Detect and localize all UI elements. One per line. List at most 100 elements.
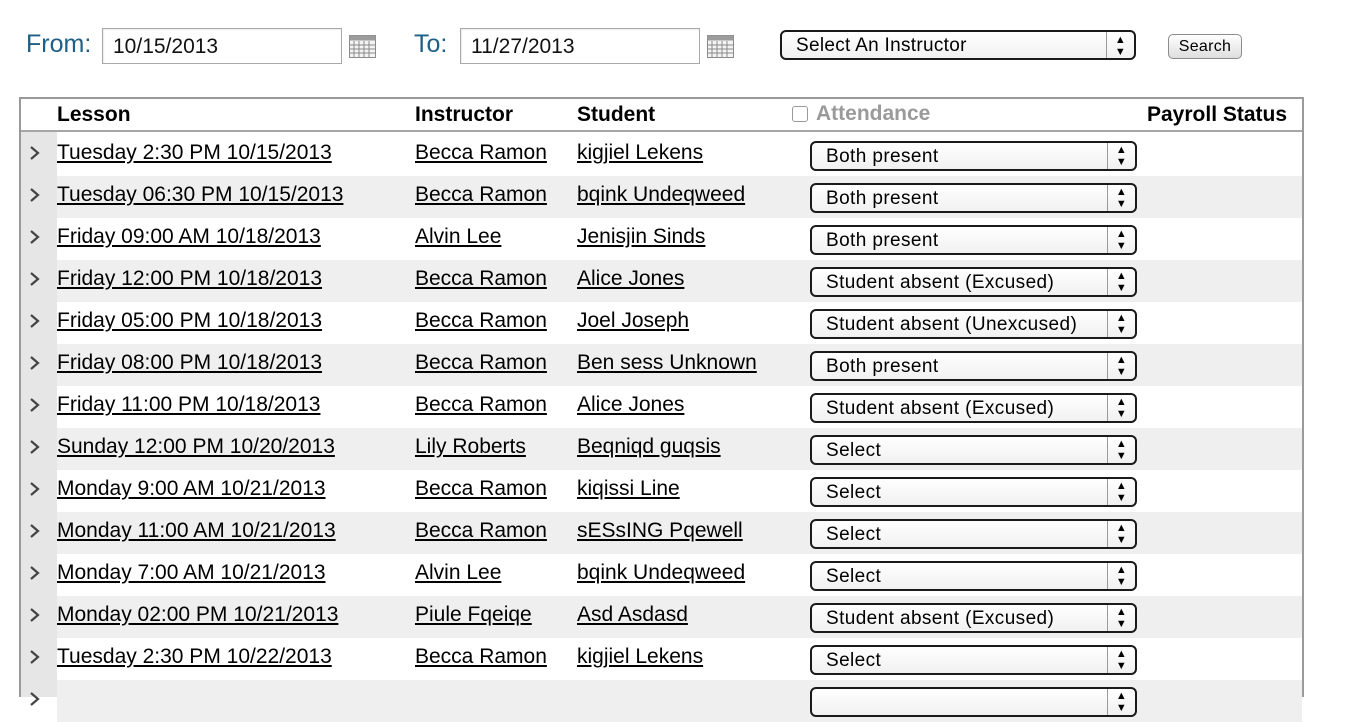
instructor-select-label: Select An Instructor <box>796 35 967 56</box>
attendance-select[interactable]: Both present ▲ ▼ <box>810 351 1137 381</box>
select-arrows-icon: ▲ ▼ <box>1107 437 1135 463</box>
chevron-right-icon[interactable] <box>29 141 41 163</box>
select-arrows-icon: ▲ ▼ <box>1107 689 1135 715</box>
table-row: Tuesday 2:30 PM 10/22/2013 Becca Ramon kig… <box>30 638 1302 680</box>
student-link[interactable]: Alice Jones <box>577 267 684 291</box>
chevron-right-icon[interactable] <box>29 687 41 709</box>
attendance-select[interactable]: Student absent (Unexcused) ▲ ▼ <box>810 309 1137 339</box>
lesson-link[interactable]: Tuesday 06:30 PM 10/15/2013 <box>57 183 343 207</box>
attendance-select[interactable]: Select ▲ ▼ <box>810 519 1137 549</box>
attendance-select[interactable]: Select ▲ ▼ <box>810 645 1137 675</box>
chevron-right-icon[interactable] <box>29 435 41 457</box>
chevron-right-icon[interactable] <box>29 183 41 205</box>
header-instructor: Instructor <box>415 103 514 126</box>
instructor-link[interactable]: Lily Roberts <box>415 435 526 459</box>
attendance-value: Select <box>826 650 882 671</box>
instructor-select[interactable]: Select An Instructor ▲ ▼ <box>780 30 1136 60</box>
select-arrows-icon: ▲ ▼ <box>1106 32 1134 58</box>
student-link[interactable]: Asd Asdasd <box>577 603 688 627</box>
attendance-value: Student absent (Excused) <box>826 398 1055 419</box>
instructor-link[interactable]: Becca Ramon <box>415 393 547 417</box>
calendar-icon[interactable] <box>707 35 734 58</box>
attendance-select[interactable]: Select ▲ ▼ <box>810 561 1137 591</box>
chevron-right-icon[interactable] <box>29 603 41 625</box>
from-date-input[interactable]: 10/15/2013 <box>102 28 342 64</box>
select-arrows-icon: ▲ ▼ <box>1107 269 1135 295</box>
chevron-right-icon[interactable] <box>29 645 41 667</box>
lesson-link[interactable]: Friday 08:00 PM 10/18/2013 <box>57 351 322 375</box>
instructor-link[interactable]: Becca Ramon <box>415 645 547 669</box>
select-arrows-icon: ▲ ▼ <box>1107 521 1135 547</box>
attendance-select[interactable]: Student absent (Excused) ▲ ▼ <box>810 393 1137 423</box>
chevron-right-icon[interactable] <box>29 225 41 247</box>
attendance-select[interactable]: Both present ▲ ▼ <box>810 141 1137 171</box>
lesson-link[interactable]: Friday 05:00 PM 10/18/2013 <box>57 309 322 333</box>
student-link[interactable]: Alice Jones <box>577 393 684 417</box>
select-arrows-icon: ▲ ▼ <box>1107 143 1135 169</box>
instructor-link[interactable]: Becca Ramon <box>415 477 547 501</box>
table-row: Friday 11:00 PM 10/18/2013 Becca Ramon Ali… <box>30 386 1302 428</box>
lesson-link[interactable]: Friday 11:00 PM 10/18/2013 <box>57 393 320 417</box>
student-link[interactable]: kigjiel Lekens <box>577 645 703 669</box>
select-arrows-icon: ▲ ▼ <box>1107 605 1135 631</box>
attendance-value: Student absent (Excused) <box>826 272 1055 293</box>
to-label: To: <box>414 30 448 58</box>
attendance-value: Student absent (Excused) <box>826 608 1055 629</box>
attendance-value: Both present <box>826 188 939 209</box>
student-link[interactable]: bqink Undeqweed <box>577 183 745 207</box>
student-link[interactable]: Joel Joseph <box>577 309 689 333</box>
to-date-input[interactable]: 11/27/2013 <box>460 28 700 64</box>
chevron-right-icon[interactable] <box>29 519 41 541</box>
lesson-link[interactable]: Monday 7:00 AM 10/21/2013 <box>57 561 326 585</box>
attendance-select[interactable]: Both present ▲ ▼ <box>810 183 1137 213</box>
chevron-right-icon[interactable] <box>29 561 41 583</box>
header-student: Student <box>577 103 656 126</box>
student-link[interactable]: kigjiel Lekens <box>577 141 703 165</box>
lesson-link[interactable]: Monday 02:00 PM 10/21/2013 <box>57 603 338 627</box>
instructor-link[interactable]: Becca Ramon <box>415 519 547 543</box>
instructor-link[interactable]: Alvin Lee <box>415 561 501 585</box>
lesson-link[interactable]: Friday 09:00 AM 10/18/2013 <box>57 225 321 249</box>
student-link[interactable]: sESsING Pqewell <box>577 519 743 543</box>
calendar-icon[interactable] <box>349 35 376 58</box>
chevron-right-icon[interactable] <box>29 477 41 499</box>
lesson-link[interactable]: Sunday 12:00 PM 10/20/2013 <box>57 435 335 459</box>
student-link[interactable]: Beqniqd guqsis <box>577 435 721 459</box>
chevron-right-icon[interactable] <box>29 309 41 331</box>
instructor-link[interactable]: Alvin Lee <box>415 225 501 249</box>
student-link[interactable]: kiqissi Line <box>577 477 680 501</box>
instructor-link[interactable]: Becca Ramon <box>415 309 547 333</box>
attendance-select[interactable]: Student absent (Excused) ▲ ▼ <box>810 267 1137 297</box>
attendance-select-all-checkbox[interactable] <box>792 106 808 122</box>
chevron-right-icon[interactable] <box>29 351 41 373</box>
instructor-link[interactable]: Becca Ramon <box>415 267 547 291</box>
student-link[interactable]: Jenisjin Sinds <box>577 225 705 249</box>
table-row: Friday 05:00 PM 10/18/2013 Becca Ramon Joe… <box>30 302 1302 344</box>
student-link[interactable]: bqink Undeqweed <box>577 561 745 585</box>
attendance-value: Student absent (Unexcused) <box>826 314 1078 335</box>
lesson-link[interactable]: Monday 9:00 AM 10/21/2013 <box>57 477 326 501</box>
attendance-select[interactable]: Select ▲ ▼ <box>810 435 1137 465</box>
header-payroll-status: Payroll Status <box>1147 103 1288 126</box>
lessons-table: Lesson Instructor Student Attendance Pay… <box>19 97 1304 722</box>
instructor-link[interactable]: Becca Ramon <box>415 141 547 165</box>
lesson-link[interactable]: Friday 12:00 PM 10/18/2013 <box>57 267 322 291</box>
attendance-select[interactable]: ▲ ▼ <box>810 687 1137 717</box>
select-arrows-icon: ▲ ▼ <box>1107 227 1135 253</box>
instructor-link[interactable]: Becca Ramon <box>415 183 547 207</box>
table-row: ▲ ▼ <box>30 680 1302 722</box>
lesson-link[interactable]: Tuesday 2:30 PM 10/22/2013 <box>57 645 332 669</box>
instructor-link[interactable]: Piule Fqeiqe <box>415 603 532 627</box>
chevron-right-icon[interactable] <box>29 393 41 415</box>
attendance-select[interactable]: Both present ▲ ▼ <box>810 225 1137 255</box>
search-button[interactable]: Search <box>1168 34 1242 59</box>
chevron-right-icon[interactable] <box>29 267 41 289</box>
attendance-value: Select <box>826 566 882 587</box>
attendance-select[interactable]: Student absent (Excused) ▲ ▼ <box>810 603 1137 633</box>
student-link[interactable]: Ben sess Unknown <box>577 351 757 375</box>
lesson-link[interactable]: Monday 11:00 AM 10/21/2013 <box>57 519 336 543</box>
attendance-value: Both present <box>826 230 939 251</box>
lesson-link[interactable]: Tuesday 2:30 PM 10/15/2013 <box>57 141 332 165</box>
instructor-link[interactable]: Becca Ramon <box>415 351 547 375</box>
attendance-select[interactable]: Select ▲ ▼ <box>810 477 1137 507</box>
